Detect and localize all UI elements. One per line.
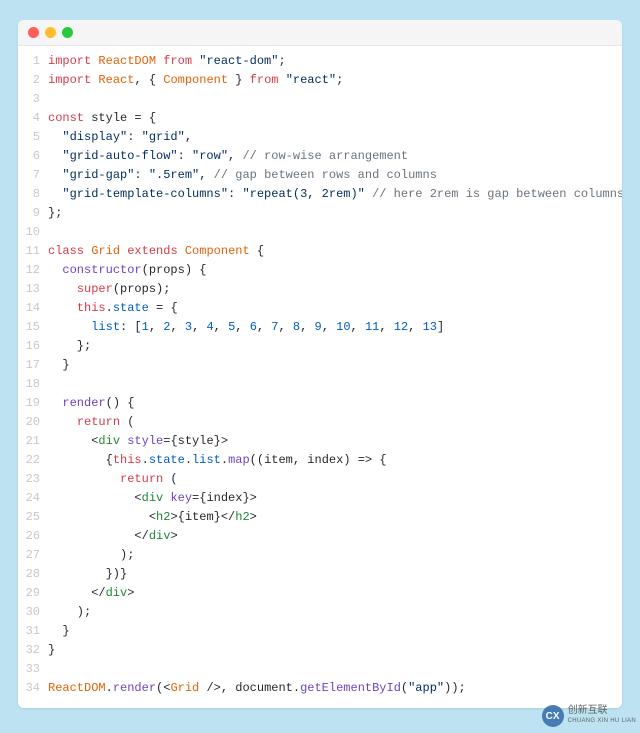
line-number: 30 (18, 603, 40, 622)
code-line: "display": "grid", (48, 128, 622, 147)
watermark-logo-icon: CX (542, 705, 564, 727)
watermark-text: 创新互联 CHUANG XIN HU LIAN (568, 705, 636, 727)
code-line (48, 375, 622, 394)
watermark: CX 创新互联 CHUANG XIN HU LIAN (542, 705, 636, 727)
code-line: } (48, 356, 622, 375)
code-line: })} (48, 565, 622, 584)
code-line: } (48, 622, 622, 641)
code-line (48, 660, 622, 679)
watermark-line1: 创新互联 (568, 705, 636, 716)
line-number: 6 (18, 147, 40, 166)
line-number: 11 (18, 242, 40, 261)
code-line: <div key={index}> (48, 489, 622, 508)
line-number: 27 (18, 546, 40, 565)
code-line: }; (48, 337, 622, 356)
line-number: 23 (18, 470, 40, 489)
close-icon[interactable] (28, 27, 39, 38)
code-editor-window: 1234567891011121314151617181920212223242… (18, 20, 622, 708)
line-number: 25 (18, 508, 40, 527)
code-area: 1234567891011121314151617181920212223242… (18, 46, 622, 708)
line-number: 16 (18, 337, 40, 356)
minimize-icon[interactable] (45, 27, 56, 38)
code-line: </div> (48, 584, 622, 603)
code-line: super(props); (48, 280, 622, 299)
line-number: 34 (18, 679, 40, 698)
code-line: <h2>{item}</h2> (48, 508, 622, 527)
code-line: render() { (48, 394, 622, 413)
code-line (48, 90, 622, 109)
line-number: 8 (18, 185, 40, 204)
line-number: 2 (18, 71, 40, 90)
code-line: "grid-template-columns": "repeat(3, 2rem… (48, 185, 622, 204)
line-number: 28 (18, 565, 40, 584)
line-number: 14 (18, 299, 40, 318)
line-number: 1 (18, 52, 40, 71)
line-number: 22 (18, 451, 40, 470)
line-number: 31 (18, 622, 40, 641)
line-number: 4 (18, 109, 40, 128)
code-line: "grid-auto-flow": "row", // row-wise arr… (48, 147, 622, 166)
line-number: 10 (18, 223, 40, 242)
watermark-line2: CHUANG XIN HU LIAN (568, 716, 636, 727)
code-line: return ( (48, 470, 622, 489)
code-line: ); (48, 546, 622, 565)
code-line: import React, { Component } from "react"… (48, 71, 622, 90)
line-number: 29 (18, 584, 40, 603)
code-line: import ReactDOM from "react-dom"; (48, 52, 622, 71)
code-line: return ( (48, 413, 622, 432)
code-line: {this.state.list.map((item, index) => { (48, 451, 622, 470)
code-line: ); (48, 603, 622, 622)
code-line: ReactDOM.render(<Grid />, document.getEl… (48, 679, 622, 698)
code-line (48, 223, 622, 242)
line-number: 3 (18, 90, 40, 109)
line-number: 9 (18, 204, 40, 223)
line-number: 21 (18, 432, 40, 451)
line-number: 12 (18, 261, 40, 280)
maximize-icon[interactable] (62, 27, 73, 38)
code-line: }; (48, 204, 622, 223)
code-line: const style = { (48, 109, 622, 128)
code-line: class Grid extends Component { (48, 242, 622, 261)
line-number-gutter: 1234567891011121314151617181920212223242… (18, 52, 48, 698)
line-number: 15 (18, 318, 40, 337)
line-number: 7 (18, 166, 40, 185)
line-number: 33 (18, 660, 40, 679)
line-number: 17 (18, 356, 40, 375)
code-line: } (48, 641, 622, 660)
line-number: 32 (18, 641, 40, 660)
line-number: 26 (18, 527, 40, 546)
line-number: 20 (18, 413, 40, 432)
line-number: 18 (18, 375, 40, 394)
code-line: list: [1, 2, 3, 4, 5, 6, 7, 8, 9, 10, 11… (48, 318, 622, 337)
code-line: </div> (48, 527, 622, 546)
code-line: "grid-gap": ".5rem", // gap between rows… (48, 166, 622, 185)
code-line: constructor(props) { (48, 261, 622, 280)
line-number: 24 (18, 489, 40, 508)
line-number: 19 (18, 394, 40, 413)
code-content: import ReactDOM from "react-dom";import … (48, 52, 622, 698)
line-number: 5 (18, 128, 40, 147)
code-line: <div style={style}> (48, 432, 622, 451)
line-number: 13 (18, 280, 40, 299)
window-titlebar (18, 20, 622, 46)
code-line: this.state = { (48, 299, 622, 318)
